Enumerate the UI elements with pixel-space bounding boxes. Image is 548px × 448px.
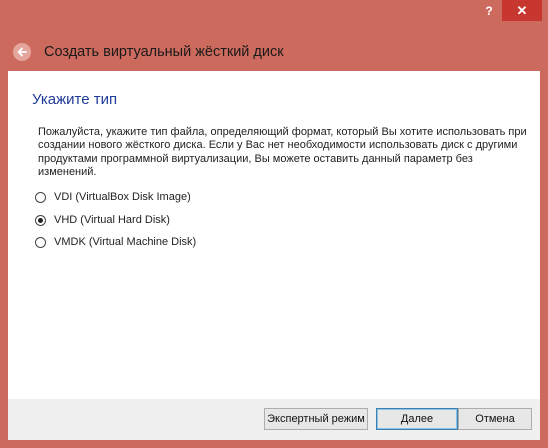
title-bar[interactable]: ? ✕ xyxy=(0,0,548,30)
wizard-header: Создать виртуальный жёсткий диск xyxy=(8,31,540,71)
radio-label: VHD (Virtual Hard Disk) xyxy=(54,214,170,226)
radio-button[interactable] xyxy=(35,191,46,203)
next-button[interactable]: Далее xyxy=(376,408,458,430)
close-button[interactable]: ✕ xyxy=(502,0,542,21)
back-arrow-icon xyxy=(17,47,27,57)
radio-label: VDI (VirtualBox Disk Image) xyxy=(54,191,191,203)
cancel-button[interactable]: Отмена xyxy=(458,408,532,430)
radio-option-vdi[interactable]: VDI (VirtualBox Disk Image) xyxy=(35,191,191,203)
description-text: Пожалуйста, укажите тип файла, определяю… xyxy=(38,126,527,179)
close-icon: ✕ xyxy=(516,2,528,18)
radio-button[interactable] xyxy=(35,214,46,226)
radio-label: VMDK (Virtual Machine Disk) xyxy=(54,236,197,248)
radio-button[interactable] xyxy=(35,236,46,248)
wizard-page: Укажите тип Пожалуйста, укажите тип файл… xyxy=(8,71,540,399)
dialog-window: ? ✕ Создать виртуальный жёсткий диск Ука… xyxy=(0,0,548,448)
expert-mode-button[interactable]: Экспертный режим xyxy=(264,408,368,430)
section-title: Укажите тип xyxy=(32,91,118,108)
dialog-title: Создать виртуальный жёсткий диск xyxy=(44,44,284,60)
radio-option-vhd[interactable]: VHD (Virtual Hard Disk) xyxy=(35,214,170,226)
help-icon: ? xyxy=(485,3,493,18)
back-button[interactable] xyxy=(13,43,31,61)
radio-option-vmdk[interactable]: VMDK (Virtual Machine Disk) xyxy=(35,236,196,248)
button-bar: Экспертный режим Далее Отмена xyxy=(8,399,540,440)
help-button[interactable]: ? xyxy=(476,0,502,21)
